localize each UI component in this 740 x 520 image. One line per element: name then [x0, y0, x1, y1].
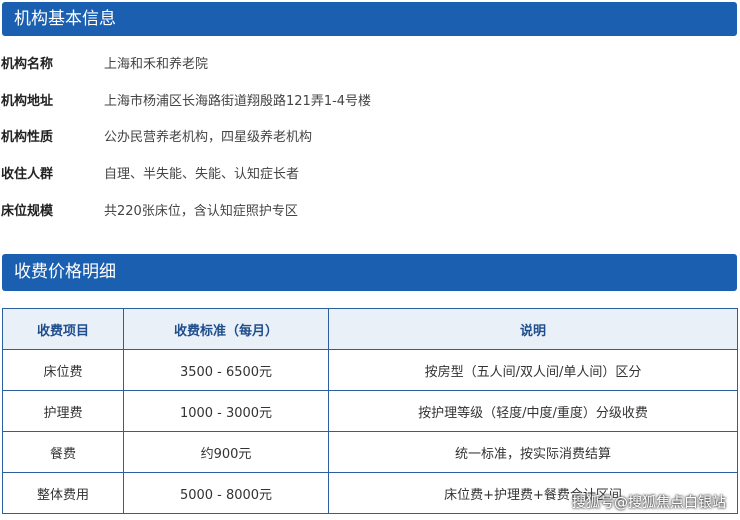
info-value: 上海和禾和养老院: [104, 57, 209, 72]
info-value: 共220张床位，含认知症照护专区: [104, 204, 298, 219]
column-header: 说明: [328, 308, 738, 350]
table-header-row: 收费项目 收费标准（每月） 说明: [2, 308, 738, 350]
fee-table: 收费项目 收费标准（每月） 说明 床位费 3500 - 6500元 按房型（五人…: [2, 308, 738, 514]
column-header: 收费项目: [2, 308, 124, 350]
table-row: 护理费 1000 - 3000元 按护理等级（轻度/中度/重度）分级收费: [2, 390, 738, 432]
section-header-fee-details: 收费价格明细: [2, 254, 737, 291]
table-cell: 护理费: [2, 390, 124, 432]
column-header: 收费标准（每月）: [123, 308, 329, 350]
info-label: 收住人群: [1, 167, 54, 182]
info-value: 自理、半失能、失能、认知症长者: [104, 167, 300, 182]
table-cell: 3500 - 6500元: [123, 349, 329, 391]
table-cell: 按护理等级（轻度/中度/重度）分级收费: [328, 390, 738, 432]
table-cell: 整体费用: [2, 472, 124, 514]
table-cell: 5000 - 8000元: [123, 472, 329, 514]
table-row: 床位费 3500 - 6500元 按房型（五人间/双人间/单人间）区分: [2, 349, 738, 391]
info-label: 机构性质: [1, 130, 54, 145]
info-label: 机构地址: [1, 94, 54, 109]
section-header-basic-info: 机构基本信息: [2, 2, 737, 36]
table-cell: 按房型（五人间/双人间/单人间）区分: [328, 349, 738, 391]
table-cell: 约900元: [123, 431, 329, 473]
watermark: 搜狐号@搜狐焦点白银站: [572, 495, 726, 511]
info-label: 床位规模: [1, 204, 54, 219]
info-value: 上海市杨浦区长海路街道翔殷路121弄1-4号楼: [104, 94, 372, 109]
table-cell: 床位费: [2, 349, 124, 391]
table-cell: 统一标准，按实际消费结算: [328, 431, 738, 473]
info-value: 公办民营养老机构，四星级养老机构: [104, 130, 313, 145]
section-title: 机构基本信息: [14, 9, 116, 29]
table-cell: 餐费: [2, 431, 124, 473]
table-cell: 1000 - 3000元: [123, 390, 329, 432]
section-title: 收费价格明细: [14, 262, 116, 282]
table-row: 餐费 约900元 统一标准，按实际消费结算: [2, 431, 738, 473]
info-label: 机构名称: [1, 57, 54, 72]
